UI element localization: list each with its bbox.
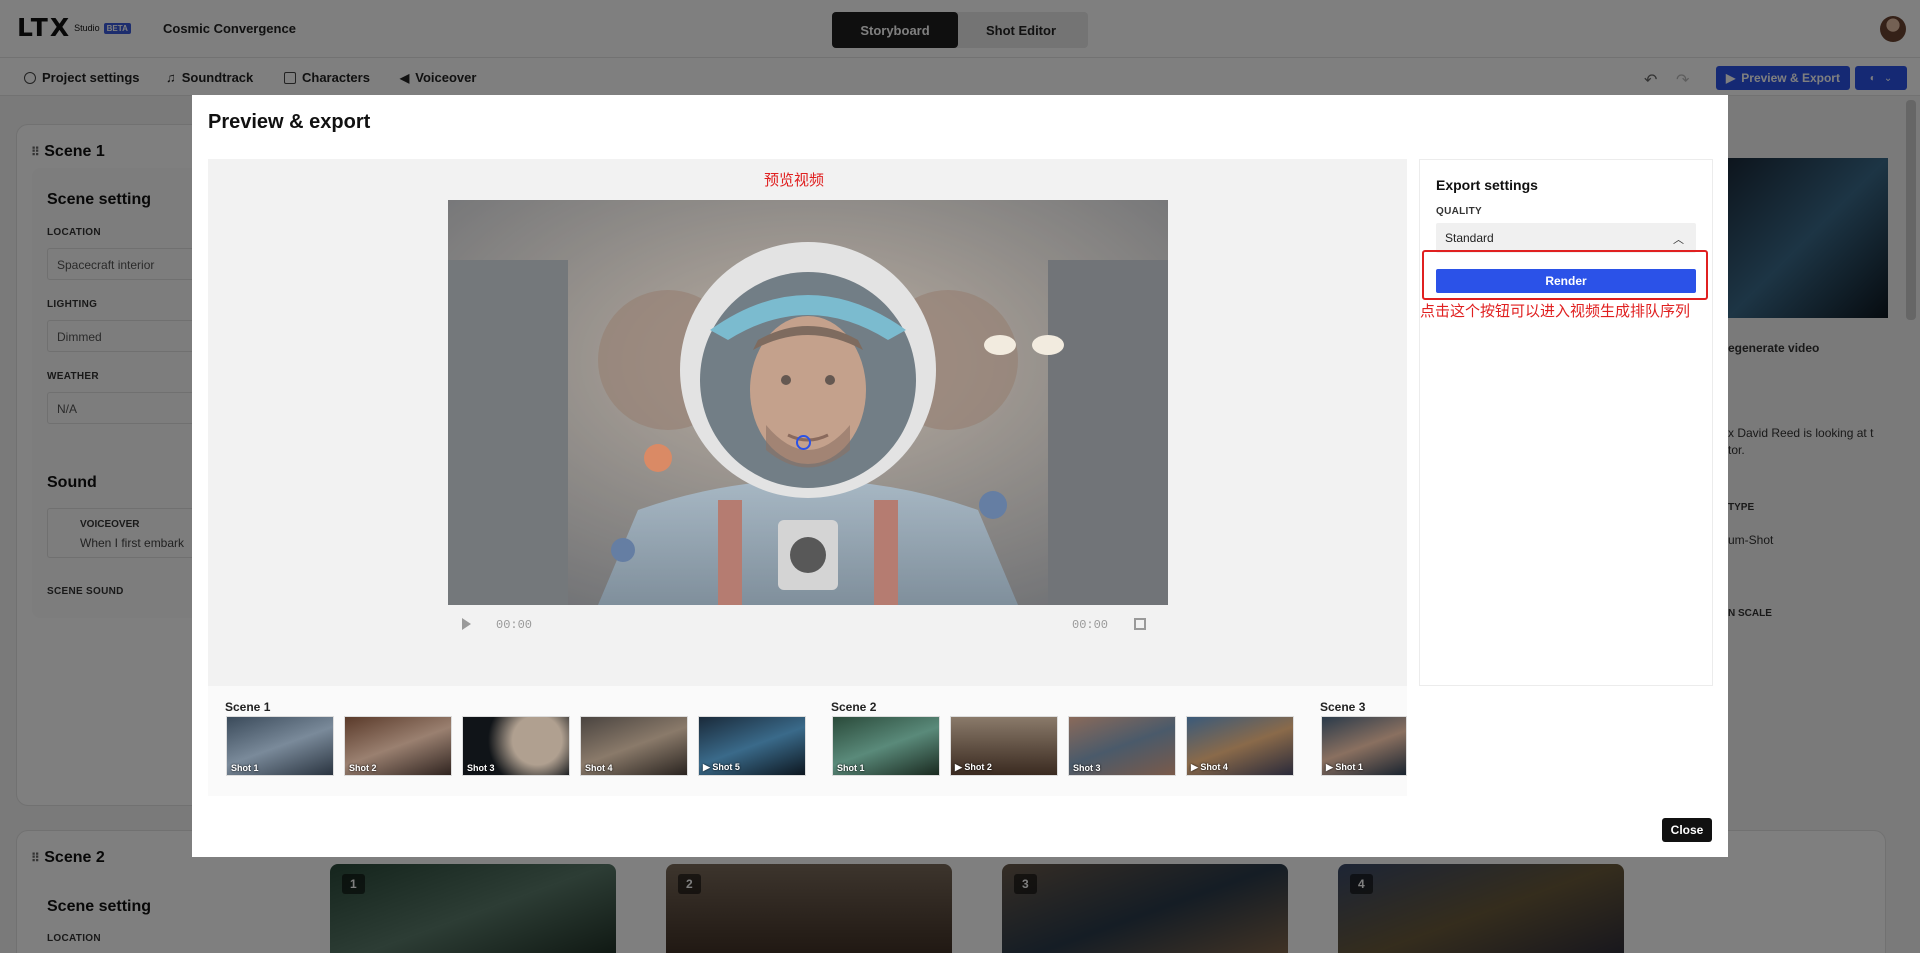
video-controls: 00:00 00:00: [448, 605, 1168, 645]
preview-export-dialog: Preview & export 预览视频 00:00 00:00 Scene …: [192, 95, 1728, 857]
video-preview-area: 预览视频 00:00 00:00: [208, 159, 1407, 686]
shots-timeline: Scene 1 Shot 1 Shot 2 Shot 3 Shot 4 ▶ Sh…: [208, 686, 1407, 796]
preview-caption-annotation: 预览视频: [764, 172, 825, 189]
render-button[interactable]: Render: [1436, 269, 1696, 293]
play-icon[interactable]: [462, 618, 471, 630]
shot-label: ▶ Shot 5: [703, 762, 740, 772]
chevron-up-icon: ︿: [1673, 234, 1684, 246]
timeline-scene3-label: Scene 3: [1320, 700, 1366, 714]
shot-label: Shot 3: [1073, 763, 1101, 773]
timeline-shot[interactable]: ▶ Shot 4: [1186, 716, 1294, 776]
quality-select[interactable]: Standard ︿: [1436, 223, 1696, 253]
quality-value: Standard: [1445, 231, 1494, 245]
shot-label: Shot 1: [231, 763, 259, 773]
export-settings-title: Export settings: [1436, 177, 1538, 193]
timeline-shot[interactable]: Shot 1: [226, 716, 334, 776]
shot-label: ▶ Shot 4: [1191, 762, 1228, 772]
total-time: 00:00: [1072, 618, 1109, 632]
loading-spinner-icon: [796, 435, 811, 450]
export-settings-panel: Export settings QUALITY Standard ︿ Rende…: [1419, 159, 1713, 686]
timeline-shot[interactable]: ▶ Shot 1: [1321, 716, 1407, 776]
shot-label: ▶ Shot 2: [955, 762, 992, 772]
shot-label: ▶ Shot 1: [1326, 762, 1363, 772]
shot-label: Shot 2: [349, 763, 377, 773]
timeline-scene1-label: Scene 1: [225, 700, 271, 714]
shot-label: Shot 1: [837, 763, 865, 773]
shot-label: Shot 3: [467, 763, 495, 773]
quality-label: QUALITY: [1436, 206, 1482, 217]
fullscreen-icon[interactable]: [1134, 618, 1146, 630]
timeline-shot[interactable]: Shot 2: [344, 716, 452, 776]
video-frame-image: [448, 200, 1168, 605]
shot-label: Shot 4: [585, 763, 613, 773]
timeline-shot[interactable]: Shot 4: [580, 716, 688, 776]
timeline-shot[interactable]: Shot 3: [1068, 716, 1176, 776]
timeline-shot[interactable]: ▶ Shot 5: [698, 716, 806, 776]
current-time: 00:00: [496, 618, 533, 632]
dialog-title: Preview & export: [208, 111, 371, 133]
timeline-shot[interactable]: ▶ Shot 2: [950, 716, 1058, 776]
timeline-shot[interactable]: Shot 3: [462, 716, 570, 776]
timeline-shot[interactable]: Shot 1: [832, 716, 940, 776]
close-button[interactable]: Close: [1662, 818, 1712, 842]
timeline-scene2-label: Scene 2: [831, 700, 877, 714]
render-annotation-text: 点击这个按钮可以进入视频生成排队序列: [1420, 303, 1691, 320]
video-player[interactable]: [448, 200, 1168, 605]
